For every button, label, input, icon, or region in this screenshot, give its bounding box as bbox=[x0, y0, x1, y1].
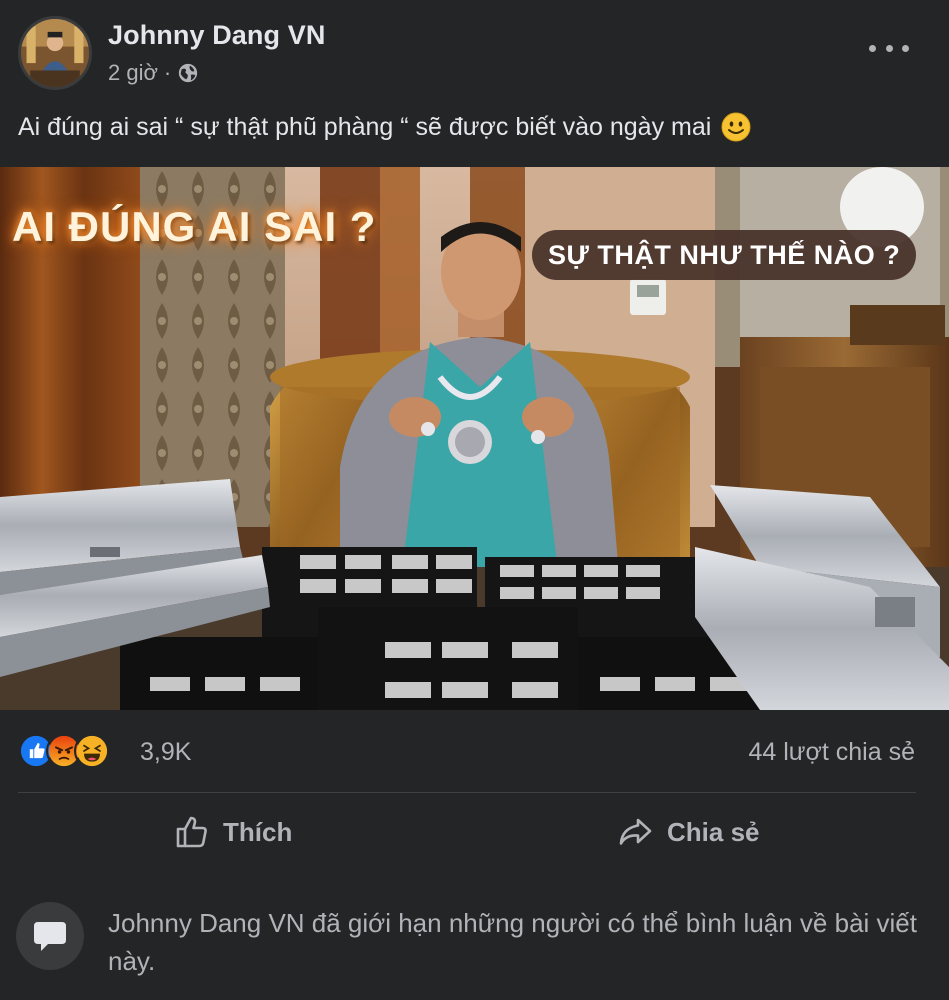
share-arrow-icon bbox=[619, 818, 652, 845]
like-button[interactable]: Thích bbox=[173, 793, 292, 871]
post-time[interactable]: 2 giờ bbox=[108, 60, 158, 86]
like-label: Thích bbox=[223, 816, 293, 847]
reactions-summary[interactable]: 3,9K 44 lượt chia sẻ bbox=[0, 710, 949, 794]
reaction-count[interactable]: 3,9K bbox=[140, 738, 191, 767]
share-button[interactable]: Chia sẻ bbox=[617, 793, 760, 871]
dot-icon bbox=[869, 44, 876, 52]
author-name[interactable]: Johnny Dang VN bbox=[108, 20, 325, 51]
post-meta: 2 giờ · bbox=[108, 60, 199, 86]
caption-text: Ai đúng ai sai “ sự thật phũ phàng “ sẽ … bbox=[18, 112, 712, 141]
globe-icon[interactable] bbox=[177, 62, 199, 84]
meta-separator: · bbox=[163, 60, 172, 85]
dot-icon bbox=[902, 44, 909, 52]
more-options-button[interactable] bbox=[869, 36, 909, 60]
dot-icon bbox=[885, 44, 893, 52]
haha-icon bbox=[74, 733, 110, 769]
post-photo[interactable]: AI ĐÚNG AI SAI ? SỰ THẬT NHƯ THẾ NÀO ? bbox=[0, 167, 949, 710]
restricted-comments-text: Johnny Dang VN đã giới hạn những người c… bbox=[108, 908, 917, 976]
feed-post: Johnny Dang VN 2 giờ · Ai đúng ai sai “ … bbox=[0, 0, 949, 1000]
smile-emoji-icon bbox=[721, 112, 751, 142]
share-count[interactable]: 44 lượt chia sẻ bbox=[748, 738, 915, 767]
avatar-image bbox=[21, 19, 89, 87]
avatar[interactable] bbox=[18, 16, 92, 90]
post-caption: Ai đúng ai sai “ sự thật phũ phàng “ sẽ … bbox=[18, 112, 751, 142]
thumbs-up-icon bbox=[176, 816, 207, 848]
reaction-icons[interactable] bbox=[18, 733, 110, 769]
share-label: Chia sẻ bbox=[667, 816, 760, 847]
photo-overlay-subtitle: SỰ THẬT NHƯ THẾ NÀO ? bbox=[532, 230, 917, 280]
photo-overlay-title: AI ĐÚNG AI SAI ? bbox=[12, 203, 377, 250]
comment-restriction-notice: Johnny Dang VN đã giới hạn những người c… bbox=[0, 890, 949, 990]
post-actions: Thích Chia sẻ bbox=[0, 793, 949, 871]
post-header: Johnny Dang VN 2 giờ · bbox=[0, 0, 949, 100]
comment-icon bbox=[16, 902, 84, 970]
